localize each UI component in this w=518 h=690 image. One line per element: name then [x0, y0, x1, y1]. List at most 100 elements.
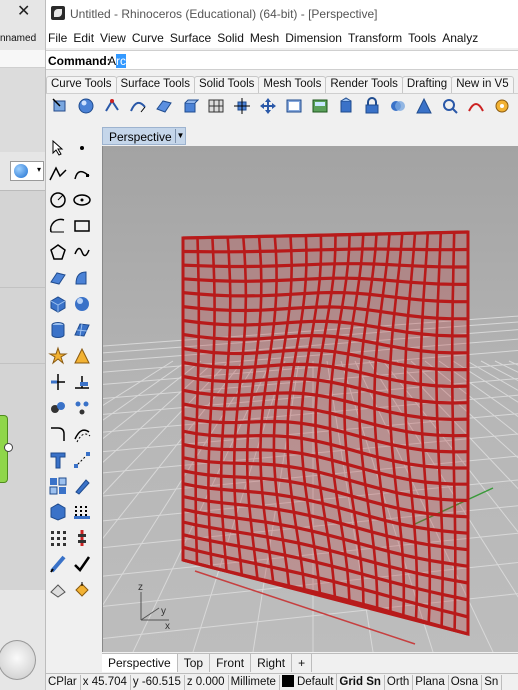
menu-edit[interactable]: Edit	[71, 28, 98, 45]
polyline-icon[interactable]	[48, 164, 68, 184]
arc-icon[interactable]	[48, 216, 68, 236]
ellipse-icon[interactable]	[72, 190, 92, 210]
sphere-icon[interactable]	[77, 97, 95, 115]
join-icon[interactable]	[72, 372, 92, 392]
polygon-icon[interactable]	[48, 242, 68, 262]
curve-cv-icon[interactable]	[72, 164, 92, 184]
mesh-grid-icon[interactable]	[207, 97, 225, 115]
mesh-vertices-icon[interactable]	[72, 502, 92, 522]
surface-corner-icon[interactable]	[48, 268, 68, 288]
point-icon[interactable]	[72, 138, 92, 158]
menu-curve[interactable]: Curve	[130, 28, 168, 45]
points-tool-icon[interactable]	[103, 97, 121, 115]
eraser-icon[interactable]	[48, 580, 68, 600]
smarttrack-toggle[interactable]: Sn	[482, 675, 503, 690]
revolve-icon[interactable]	[72, 268, 92, 288]
transform-tool-icon[interactable]	[233, 97, 251, 115]
grid-points-icon[interactable]	[48, 528, 68, 548]
boolean-tool-icon[interactable]	[389, 97, 407, 115]
menu-file[interactable]: File	[46, 28, 71, 45]
dimension-tool-icon[interactable]	[467, 97, 485, 115]
box-icon[interactable]	[48, 294, 68, 314]
chevron-down-icon: ▾	[36, 165, 41, 174]
output-grip[interactable]	[4, 443, 13, 452]
group-icon[interactable]	[48, 398, 68, 418]
menu-transform[interactable]: Transform	[346, 28, 406, 45]
viewport-title-tab[interactable]: Perspective ▼	[102, 127, 186, 145]
menu-surface[interactable]: Surface	[168, 28, 215, 45]
explode-icon[interactable]	[48, 346, 68, 366]
axis-z-label: z	[138, 582, 143, 593]
check-icon[interactable]	[72, 554, 92, 574]
mesh-icon[interactable]	[72, 320, 92, 340]
menu-mesh[interactable]: Mesh	[248, 28, 283, 45]
gumball-icon[interactable]	[72, 528, 92, 548]
render-mesh-icon[interactable]	[48, 502, 68, 522]
perspective-viewport[interactable]: z y x	[102, 146, 518, 652]
grid-snap-toggle[interactable]: Grid Sn	[337, 675, 385, 690]
select-tool-icon[interactable]	[51, 97, 69, 115]
block-icon[interactable]	[48, 476, 68, 496]
tab-drafting[interactable]: Drafting	[401, 76, 453, 93]
tab-new-in-v5[interactable]: New in V5	[451, 76, 514, 93]
move-tool-icon[interactable]	[259, 97, 277, 115]
coord-z: z 0.000	[185, 675, 229, 690]
analyze-tool-icon[interactable]	[441, 97, 459, 115]
lock-tool-icon[interactable]	[363, 97, 381, 115]
tab-perspective[interactable]: Perspective	[102, 654, 178, 672]
dimension-icon[interactable]	[72, 450, 92, 470]
select-arrow-icon[interactable]	[48, 138, 68, 158]
tab-front[interactable]: Front	[210, 654, 252, 672]
text-icon[interactable]	[48, 450, 68, 470]
document-tab-label[interactable]: nnamed	[0, 33, 36, 44]
osnap-toggle[interactable]: Osna	[449, 675, 483, 690]
tab-mesh-tools[interactable]: Mesh Tools	[258, 76, 327, 93]
extrude-tool-icon[interactable]	[181, 97, 199, 115]
paint-bucket-icon[interactable]	[72, 580, 92, 600]
tab-top[interactable]: Top	[178, 654, 211, 672]
curve-tool-icon[interactable]	[129, 97, 147, 115]
close-icon[interactable]: ✕	[17, 4, 30, 20]
menu-view[interactable]: View	[98, 28, 130, 45]
trim-icon[interactable]	[48, 372, 68, 392]
ortho-toggle[interactable]: Orth	[385, 675, 414, 690]
layer-indicator[interactable]: Default	[280, 674, 338, 690]
render-icon[interactable]	[337, 97, 355, 115]
units-indicator[interactable]: Millimete	[229, 675, 280, 690]
circle-icon[interactable]	[48, 190, 68, 210]
canvas-navigator[interactable]	[0, 640, 36, 680]
surface-tool-icon[interactable]	[155, 97, 173, 115]
preview-mode-dropdown[interactable]: ▾	[10, 161, 44, 181]
offset-icon[interactable]	[72, 424, 92, 444]
cplane-indicator[interactable]: CPlar	[46, 675, 81, 690]
solid-sphere-icon[interactable]	[72, 294, 92, 314]
edit-points-icon[interactable]	[72, 476, 92, 496]
layer-tool-icon[interactable]	[285, 97, 303, 115]
menu-analyze[interactable]: Analyz	[440, 28, 482, 45]
tab-curve-tools[interactable]: Curve Tools	[46, 76, 117, 93]
fillet-icon[interactable]	[48, 424, 68, 444]
command-input[interactable]: Arc	[108, 54, 127, 68]
voronoi-panel[interactable]	[181, 230, 470, 636]
menu-tools[interactable]: Tools	[406, 28, 440, 45]
tab-right[interactable]: Right	[251, 654, 293, 672]
viewport-menu-icon[interactable]: ▼	[175, 129, 185, 143]
menu-dimension[interactable]: Dimension	[283, 28, 346, 45]
tab-render-tools[interactable]: Render Tools	[325, 76, 403, 93]
light-tool-icon[interactable]	[415, 97, 433, 115]
freeform-curve-icon[interactable]	[72, 242, 92, 262]
menu-solid[interactable]: Solid	[215, 28, 248, 45]
planar-toggle[interactable]: Plana	[413, 675, 449, 690]
grasshopper-canvas[interactable]	[0, 190, 45, 590]
options-icon[interactable]	[493, 97, 511, 115]
array-icon[interactable]	[72, 398, 92, 418]
cylinder-icon[interactable]	[48, 320, 68, 340]
tab-surface-tools[interactable]: Surface Tools	[115, 76, 195, 93]
wireframe-icon[interactable]	[48, 554, 68, 574]
rectangle-icon[interactable]	[72, 216, 92, 236]
shaded-display-icon[interactable]	[311, 97, 329, 115]
add-viewport-button[interactable]: +	[292, 654, 313, 672]
split-icon[interactable]	[72, 346, 92, 366]
tab-solid-tools[interactable]: Solid Tools	[193, 76, 260, 93]
command-line[interactable]: Command: Arc	[46, 50, 518, 70]
